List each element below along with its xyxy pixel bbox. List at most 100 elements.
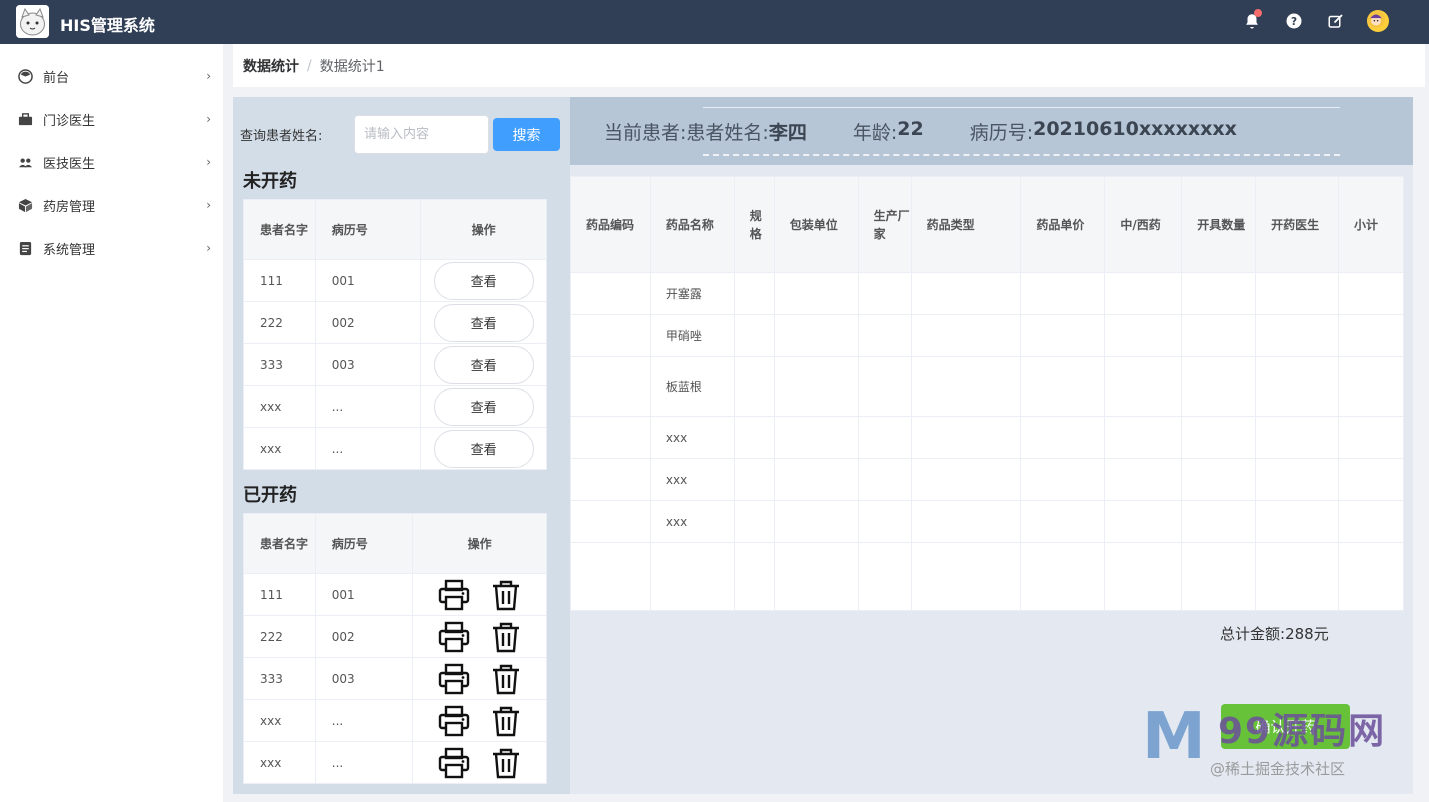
sidebar-item-medtech[interactable]: 医技医生 › — [0, 141, 223, 184]
top-bar: HIS管理系统 ? — [0, 0, 1429, 44]
table-cell — [1255, 356, 1340, 417]
table-cell — [910, 272, 1022, 315]
table-cell — [1181, 500, 1257, 543]
column-header: 操作 — [412, 513, 547, 574]
view-button[interactable]: 查看 — [433, 303, 534, 342]
table-cell — [733, 416, 775, 459]
table-cell — [773, 356, 859, 417]
record-number-cell: 001 — [314, 259, 422, 302]
confirm-prescription-button[interactable]: 确认开药 — [1221, 704, 1350, 749]
table-cell — [1255, 500, 1340, 543]
print-icon[interactable] — [437, 620, 471, 654]
help-icon[interactable]: ? — [1283, 10, 1305, 32]
search-input[interactable] — [354, 115, 489, 154]
column-header: 中/西药 — [1104, 176, 1183, 273]
sidebar-item-outpatient[interactable]: 门诊医生 › — [0, 98, 223, 141]
breadcrumb-item[interactable]: 数据统计 — [243, 56, 299, 76]
table-row — [570, 542, 1404, 611]
patient-name-cell: xxx — [243, 385, 316, 428]
table-row: xxx... — [243, 741, 547, 784]
table-cell — [733, 500, 775, 543]
record-number-cell: 002 — [314, 301, 422, 344]
column-header: 药品单价 — [1020, 176, 1106, 273]
print-icon[interactable] — [437, 578, 471, 612]
notification-dot — [1254, 9, 1262, 17]
notification-bell-icon[interactable] — [1241, 9, 1263, 32]
table-cell — [1020, 416, 1106, 459]
table-cell — [1338, 416, 1404, 459]
trash-icon[interactable] — [489, 746, 523, 780]
sidebar: 前台 › 门诊医生 › 医技医生 › 药房管理 › 系统管理 › — [0, 44, 223, 802]
table-cell — [1104, 356, 1183, 417]
column-header: 病历号 — [314, 513, 414, 574]
table-cell — [773, 500, 859, 543]
table-row: 开塞露 — [570, 272, 1404, 315]
table-row: xxx — [570, 500, 1404, 543]
trash-icon[interactable] — [489, 578, 523, 612]
table-cell — [1181, 458, 1257, 501]
table-cell — [1255, 542, 1340, 611]
table-row: xxx ... 查看 — [243, 385, 547, 428]
record-number-cell: 002 — [314, 615, 414, 658]
table-row: 333 003 查看 — [243, 343, 547, 386]
user-avatar[interactable] — [1367, 10, 1389, 32]
sidebar-item-frontdesk[interactable]: 前台 › — [0, 55, 223, 98]
table-row: 333 003 — [243, 657, 547, 700]
table-cell — [773, 542, 859, 611]
table-cell — [910, 416, 1022, 459]
table-cell — [570, 458, 651, 501]
column-header: 患者名字 — [243, 513, 316, 574]
record-number-cell: 003 — [314, 343, 422, 386]
column-header: 病历号 — [314, 199, 422, 260]
total-label: 总计金额: — [1220, 625, 1286, 643]
briefcase-icon — [17, 112, 33, 128]
print-icon[interactable] — [437, 662, 471, 696]
trash-icon[interactable] — [489, 704, 523, 738]
patient-name-cell: 333 — [243, 657, 316, 700]
table-cell — [733, 272, 775, 315]
view-button[interactable]: 查看 — [433, 429, 534, 468]
edit-icon[interactable] — [1325, 10, 1347, 32]
patient-list-panel: 查询患者姓名: 搜索 未开药 患者名字 病历号 操作 111 001 查看 22… — [233, 97, 570, 794]
record-number-cell: ... — [314, 427, 422, 470]
table-cell — [1338, 500, 1404, 543]
current-patient-prefix: 当前患者: — [604, 122, 687, 144]
trash-icon[interactable] — [489, 662, 523, 696]
sidebar-item-pharmacy[interactable]: 药房管理 › — [0, 184, 223, 227]
breadcrumb-current: 数据统计1 — [319, 58, 385, 75]
table-cell — [570, 272, 651, 315]
table-cell — [733, 458, 775, 501]
table-row: xxx ... 查看 — [243, 427, 547, 470]
chevron-right-icon: › — [206, 241, 211, 255]
view-button[interactable]: 查看 — [433, 387, 534, 426]
patient-name-cell: 222 — [243, 301, 316, 344]
patient-name-label: 患者姓名: — [686, 122, 769, 144]
table-cell — [1181, 272, 1257, 315]
trash-icon[interactable] — [489, 620, 523, 654]
table-cell — [733, 314, 775, 357]
table-cell — [1020, 458, 1106, 501]
breadcrumb: 数据统计 / 数据统计1 — [233, 44, 1425, 87]
column-header: 生产厂家 — [857, 176, 912, 273]
table-row: xxx — [570, 416, 1404, 459]
column-header: 包装单位 — [773, 176, 859, 273]
table-row: 111 001 — [243, 573, 547, 616]
table-cell — [1020, 314, 1106, 357]
patient-name-cell: 222 — [243, 615, 316, 658]
sidebar-item-system[interactable]: 系统管理 › — [0, 227, 223, 270]
search-label: 查询患者姓名: — [240, 129, 323, 144]
table-cell — [857, 458, 912, 501]
table-cell — [857, 542, 912, 611]
prescribed-table: 患者名字 病历号 操作 111 001 222 002 333 003 xxx... xxx.… — [243, 513, 547, 784]
column-header: 药品编码 — [570, 176, 651, 273]
view-button[interactable]: 查看 — [433, 345, 534, 384]
table-cell — [570, 356, 651, 417]
table-cell — [773, 416, 859, 459]
print-icon[interactable] — [437, 704, 471, 738]
search-button[interactable]: 搜索 — [493, 118, 560, 151]
drug-name-cell: 甲硝唑 — [649, 314, 735, 357]
table-cell — [857, 416, 912, 459]
print-icon[interactable] — [437, 746, 471, 780]
view-button[interactable]: 查看 — [433, 261, 534, 300]
prescription-panel: 当前患者: 患者姓名: 李四 年龄: 22 病历号: 20210610xxxxx… — [570, 97, 1413, 794]
